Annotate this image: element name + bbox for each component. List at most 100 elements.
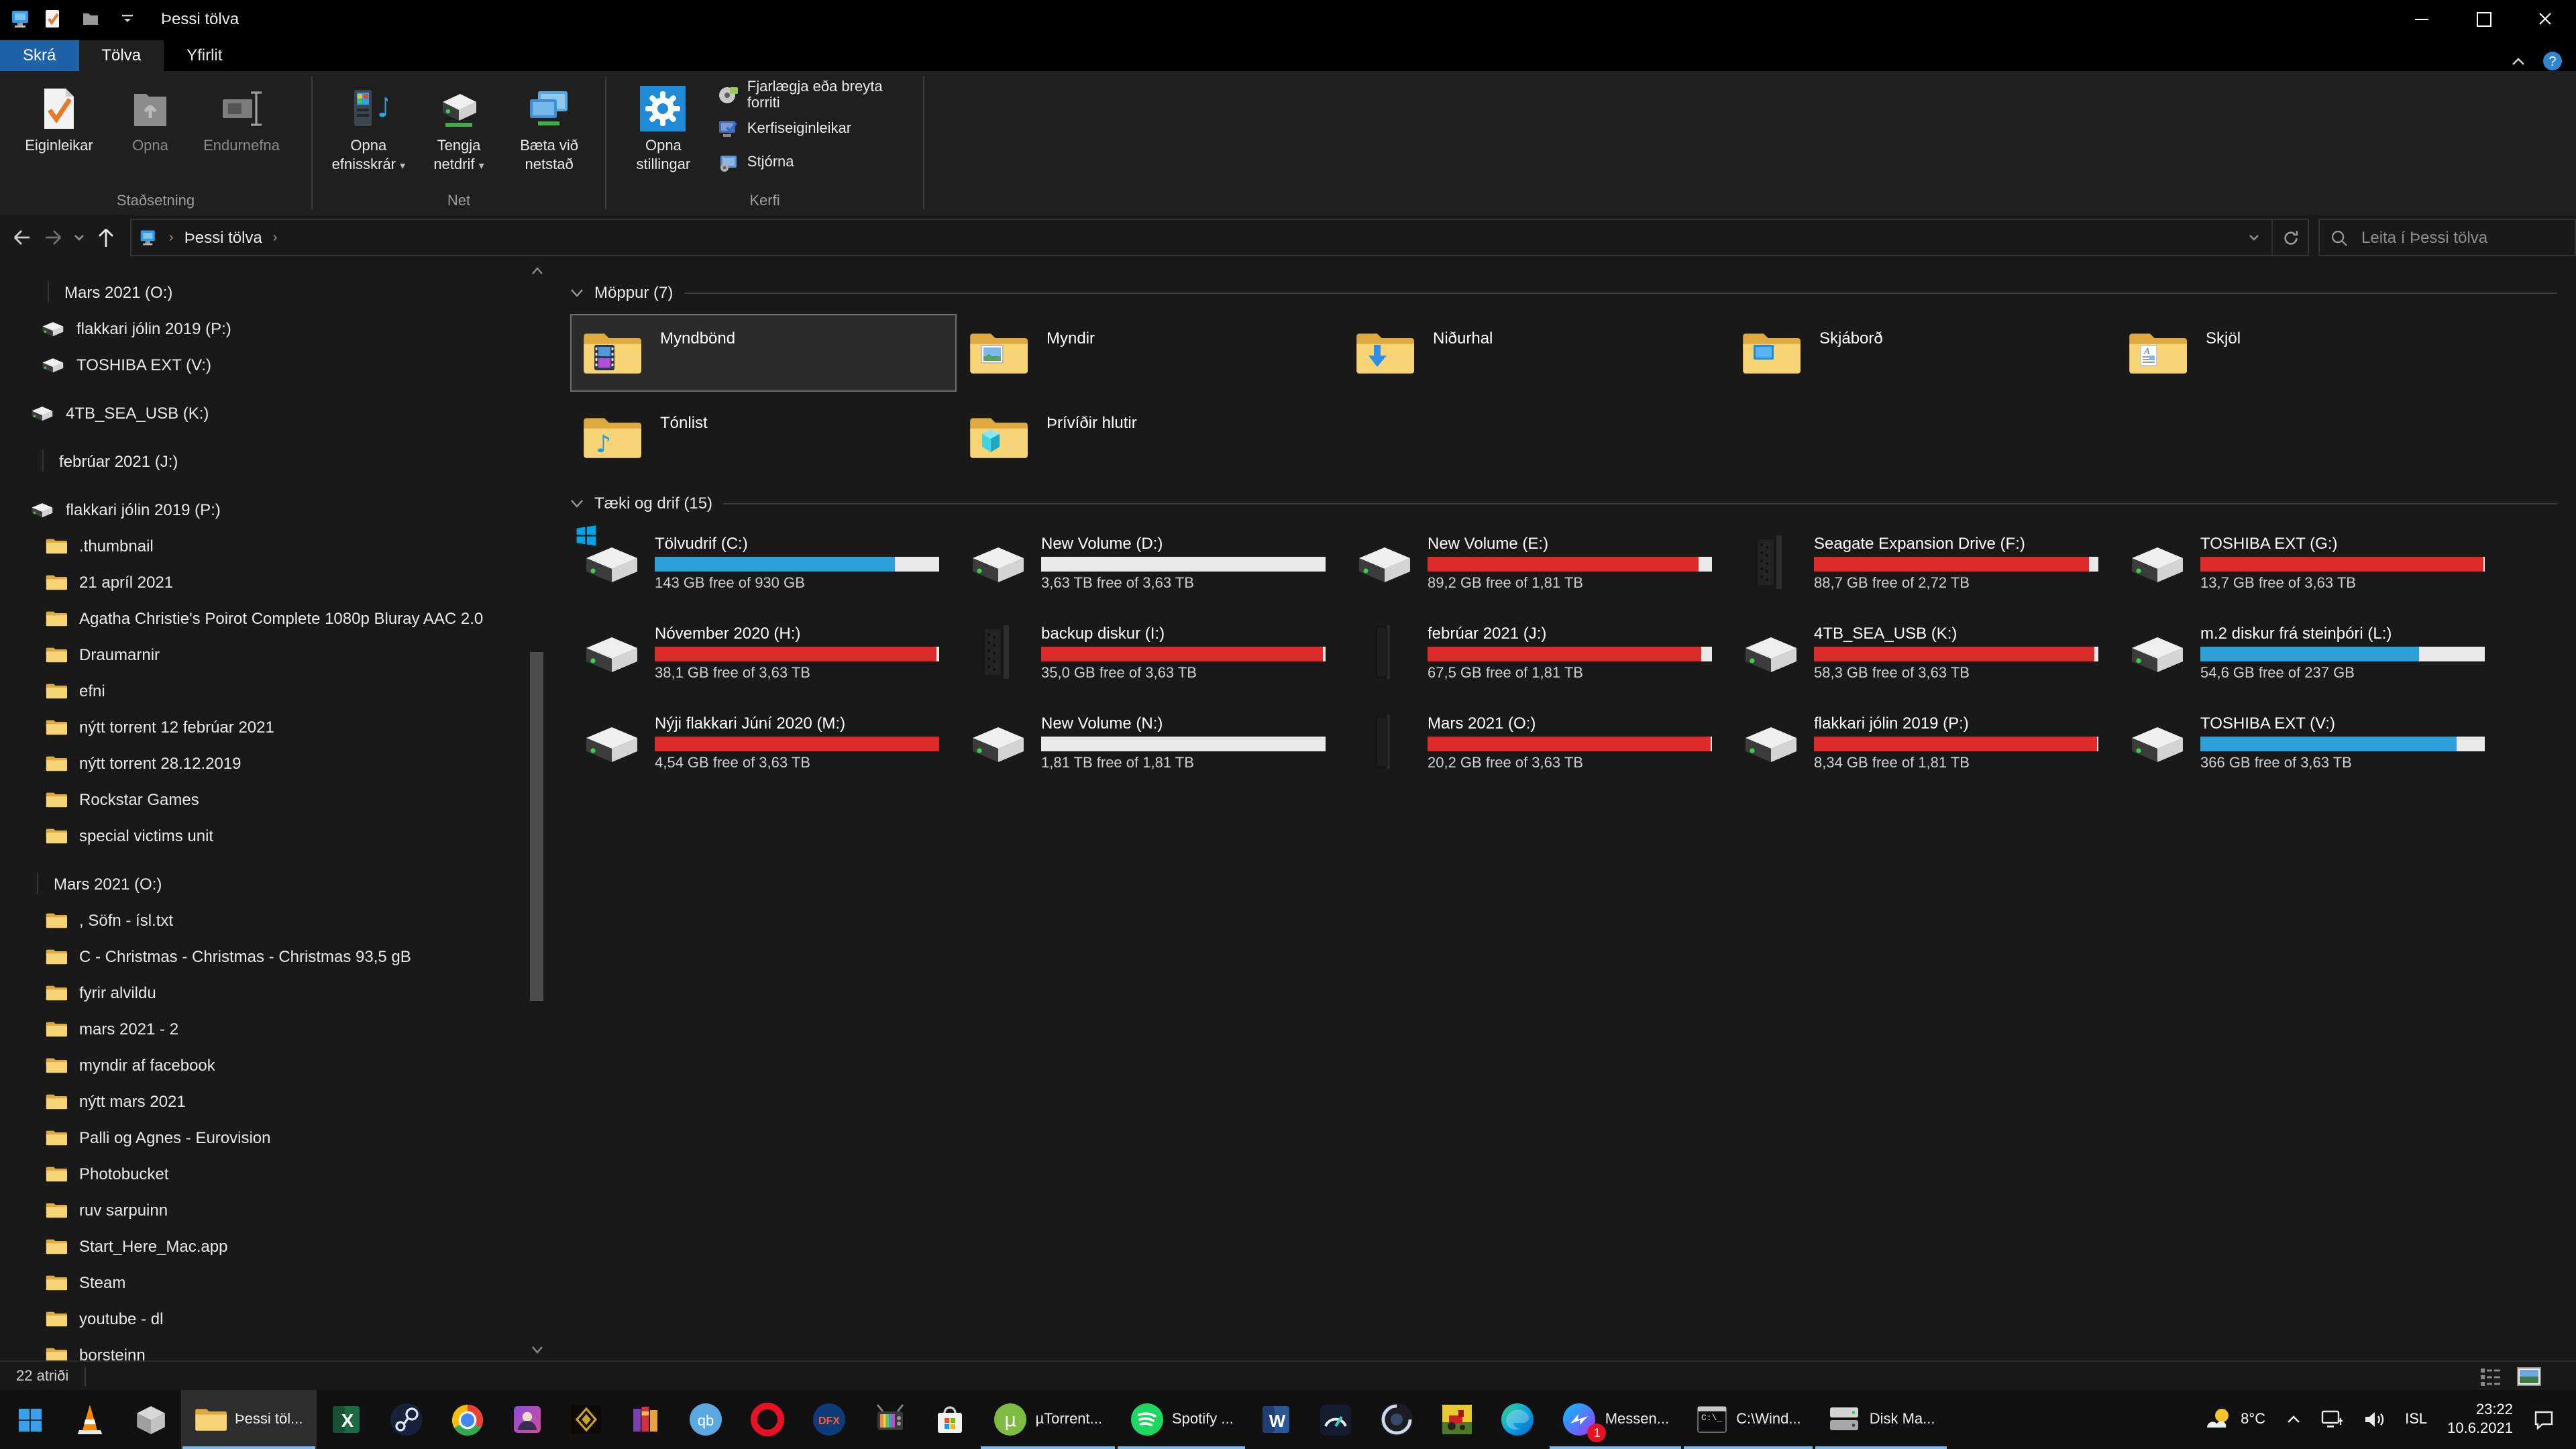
taskbar-app-opera[interactable] [737,1390,798,1449]
taskbar-app-store[interactable] [920,1390,979,1449]
tab-file[interactable]: Skrá [0,40,79,71]
volume-tray-icon[interactable] [2358,1410,2390,1429]
taskbar-app-winrar[interactable] [616,1390,675,1449]
sidebar-item[interactable]: Mars 2021 (O:) [0,865,547,902]
sidebar-item[interactable]: nýtt torrent 28.12.2019 [0,745,547,781]
search-box[interactable] [2318,219,2576,256]
manage-button[interactable]: Stjórna [718,149,910,176]
search-input[interactable] [2359,227,2565,248]
forward-icon[interactable] [37,221,68,254]
taskbar-app-diskmgmt[interactable]: Disk Ma... [1815,1390,1949,1449]
taskbar-app-spotify[interactable]: Spotify ... [1116,1390,1247,1449]
taskbar-app-game[interactable] [557,1390,616,1449]
scroll-down-icon[interactable] [526,1339,547,1360]
maximize-button[interactable] [2453,0,2514,38]
drive-tile[interactable]: Seagate Expansion Drive (F:) 88,7 GB free… [1729,525,2116,600]
clock[interactable]: 23:22 10.6.2021 [2442,1400,2518,1438]
sidebar-item[interactable]: , Söfn - ísl.txt [0,902,547,938]
taskbar-app-farming[interactable] [1428,1390,1487,1449]
sidebar-item[interactable]: þorsteinn [0,1336,547,1360]
drive-tile[interactable]: TOSHIBA EXT (G:) 13,7 GB free of 3,63 TB [2116,525,2502,600]
weather-tray-item[interactable]: 8°C [2199,1407,2271,1432]
breadcrumb-bar[interactable]: › Þessi tölva › [130,219,2310,256]
address-dropdown-icon[interactable] [2237,220,2271,255]
sidebar-item[interactable]: efni [0,672,547,708]
sidebar-item[interactable]: 4TB_SEA_USB (K:) [0,394,547,431]
sidebar-scrollbar[interactable] [526,260,547,1360]
rename-button[interactable]: Endurnefna [196,79,287,162]
sidebar-item[interactable]: 21 apríl 2021 [0,564,547,600]
taskbar-app-cmd[interactable]: C:\_ C:\Wind... [1682,1390,1815,1449]
sidebar-item[interactable]: Palli og Agnes - Eurovision [0,1119,547,1155]
large-icons-view-icon[interactable] [2517,1367,2541,1386]
sidebar-item[interactable]: ruv sarpuinn [0,1191,547,1228]
properties-qat-icon[interactable] [40,7,64,31]
sidebar-item[interactable]: nýtt torrent 12 febrúar 2021 [0,708,547,745]
scrollbar-thumb[interactable] [530,652,543,1001]
breadcrumb[interactable]: Þessi tölva [176,220,270,255]
open-settings-button[interactable]: Opna stillingar [620,79,707,180]
sidebar-item[interactable]: C - Christmas - Christmas - Christmas 93… [0,938,547,974]
add-network-location-button[interactable]: Bæta við netstað [506,79,592,180]
sidebar-item[interactable]: myndir af facebook [0,1046,547,1083]
properties-button[interactable]: Eiginleikar [13,79,105,162]
folder-tile[interactable]: ♪ Tónlist [570,398,957,476]
taskbar-app-excel[interactable]: X [317,1390,376,1449]
folder-tile[interactable]: Myndir [957,314,1343,392]
breadcrumb-pc-icon[interactable] [131,220,166,255]
sidebar-item[interactable]: Draumarnir [0,636,547,672]
drive-tile[interactable]: Nýji flakkari Júní 2020 (M:) 4,54 GB free… [570,704,957,780]
taskbar-app-cinema4d[interactable] [1366,1390,1428,1449]
sidebar-item[interactable]: fyrir alvildu [0,974,547,1010]
drive-tile[interactable]: flakkari jólin 2019 (P:) 8,34 GB free of … [1729,704,2116,780]
close-button[interactable] [2514,0,2576,38]
taskbar-app-explorer[interactable]: Þessi töl... [181,1390,317,1449]
taskbar-app-photos[interactable] [498,1390,557,1449]
drive-tile[interactable]: Nóvember 2020 (H:) 38,1 GB free of 3,63 T… [570,614,957,690]
action-center-icon[interactable] [2528,1409,2560,1430]
drive-tile[interactable]: m.2 diskur frá steinþóri (L:) 54,6 GB fre… [2116,614,2502,690]
taskbar-app-tv[interactable] [860,1390,920,1449]
drive-tile[interactable]: New Volume (D:) 3,63 TB free of 3,63 TB [957,525,1343,600]
minimize-button[interactable] [2391,0,2453,38]
taskbar-app-word[interactable]: W [1247,1390,1306,1449]
breadcrumb-chevron-icon[interactable]: › [270,230,280,245]
uninstall-program-button[interactable]: Fjarlægja eða breyta forriti [718,79,910,111]
taskbar-app-utorrent[interactable]: µ µTorrent... [979,1390,1116,1449]
drive-tile[interactable]: Tölvudrif (C:) 143 GB free of 930 GB [570,525,957,600]
sidebar-item[interactable]: special victims unit [0,817,547,853]
sidebar-item[interactable]: febrúar 2021 (J:) [0,443,547,479]
sidebar-item[interactable]: youtube - dl [0,1300,547,1336]
language-indicator[interactable]: ISL [2400,1411,2432,1428]
network-tray-icon[interactable] [2315,1410,2349,1429]
start-button[interactable] [0,1390,59,1449]
drives-section-header[interactable]: Tæki og drif (15) [570,490,2576,517]
sidebar-item[interactable]: mars 2021 - 2 [0,1010,547,1046]
sidebar-item[interactable]: flakkari jólin 2019 (P:) [0,310,547,346]
drive-tile[interactable]: 4TB_SEA_USB (K:) 58,3 GB free of 3,63 TB [1729,614,2116,690]
taskbar-app-edge[interactable] [1487,1390,1549,1449]
sidebar-item[interactable]: Steam [0,1264,547,1300]
taskbar-app-vlc[interactable] [59,1390,121,1449]
taskbar-app-dfx[interactable]: DFX [798,1390,860,1449]
back-icon[interactable] [5,221,37,254]
scroll-up-icon[interactable] [526,260,547,282]
refresh-icon[interactable] [2271,220,2308,255]
drive-tile[interactable]: Mars 2021 (O:) 20,2 GB free of 3,63 TB [1343,704,1729,780]
sidebar-item[interactable]: nýtt mars 2021 [0,1083,547,1119]
drive-tile[interactable]: febrúar 2021 (J:) 67,5 GB free of 1,81 TB [1343,614,1729,690]
map-network-drive-button[interactable]: Tengja netdrif ▾ [417,79,502,180]
folder-tile[interactable]: Myndbönd [570,314,957,392]
new-folder-qat-icon[interactable] [78,7,102,31]
sidebar-item[interactable]: Photobucket [0,1155,547,1191]
help-icon[interactable]: ? [2542,51,2563,71]
sidebar-item[interactable]: .thumbnail [0,527,547,564]
sidebar-item[interactable]: TOSHIBA EXT (V:) [0,346,547,382]
taskbar-app-steam[interactable] [376,1390,437,1449]
taskbar-app-speedtest[interactable] [1306,1390,1366,1449]
drive-tile[interactable]: backup diskur (I:) 35,0 GB free of 3,63 T… [957,614,1343,690]
folders-section-header[interactable]: Möppur (7) [570,279,2576,306]
folder-tile[interactable]: Skjáborð [1729,314,2116,392]
sidebar-item[interactable]: Mars 2021 (O:) [0,274,547,310]
folder-tile[interactable]: A Skjöl [2116,314,2502,392]
